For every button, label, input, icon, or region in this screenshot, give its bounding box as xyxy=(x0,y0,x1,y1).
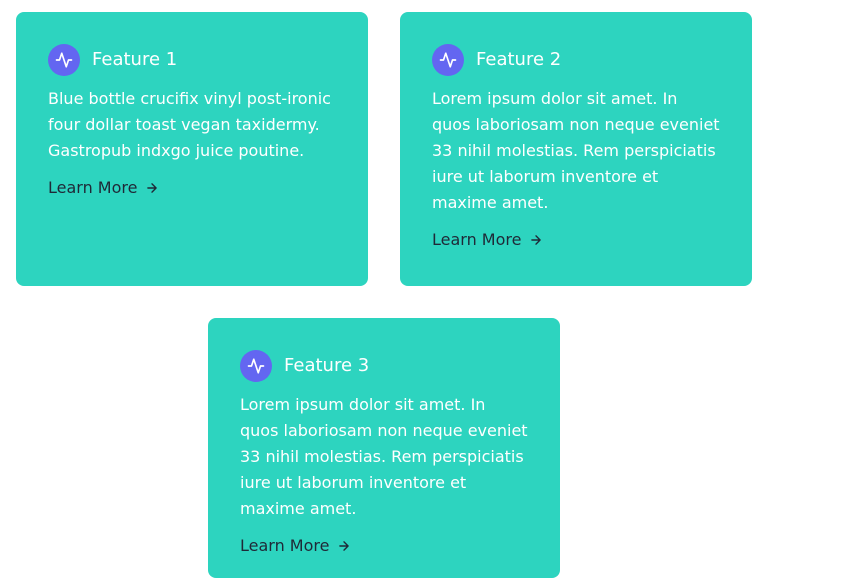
activity-pulse-icon xyxy=(48,44,80,76)
feature-card-title: Feature 3 xyxy=(284,355,370,376)
feature-card-title: Feature 1 xyxy=(92,49,178,70)
arrow-right-icon xyxy=(337,539,351,553)
feature-card-3: Feature 3 Lorem ipsum dolor sit amet. In… xyxy=(208,318,560,578)
activity-pulse-icon xyxy=(240,350,272,382)
learn-more-label: Learn More xyxy=(432,230,522,249)
feature-card-header: Feature 2 xyxy=(432,44,720,76)
learn-more-label: Learn More xyxy=(48,178,138,197)
arrow-right-icon xyxy=(145,181,159,195)
learn-more-link[interactable]: Learn More xyxy=(48,176,159,200)
arrow-right-icon xyxy=(529,233,543,247)
feature-card-header: Feature 1 xyxy=(48,44,336,76)
learn-more-link[interactable]: Learn More xyxy=(432,228,543,252)
activity-pulse-icon xyxy=(432,44,464,76)
feature-card-1: Feature 1 Blue bottle crucifix vinyl pos… xyxy=(16,12,368,286)
feature-card-description: Lorem ipsum dolor sit amet. In quos labo… xyxy=(240,395,528,518)
learn-more-link[interactable]: Learn More xyxy=(240,534,351,558)
learn-more-label: Learn More xyxy=(240,536,330,555)
feature-card-description: Blue bottle crucifix vinyl post-ironic f… xyxy=(48,89,331,160)
feature-card-description: Lorem ipsum dolor sit amet. In quos labo… xyxy=(432,89,720,212)
feature-card-2: Feature 2 Lorem ipsum dolor sit amet. In… xyxy=(400,12,752,286)
feature-card-header: Feature 3 xyxy=(240,350,528,382)
feature-card-title: Feature 2 xyxy=(476,49,562,70)
